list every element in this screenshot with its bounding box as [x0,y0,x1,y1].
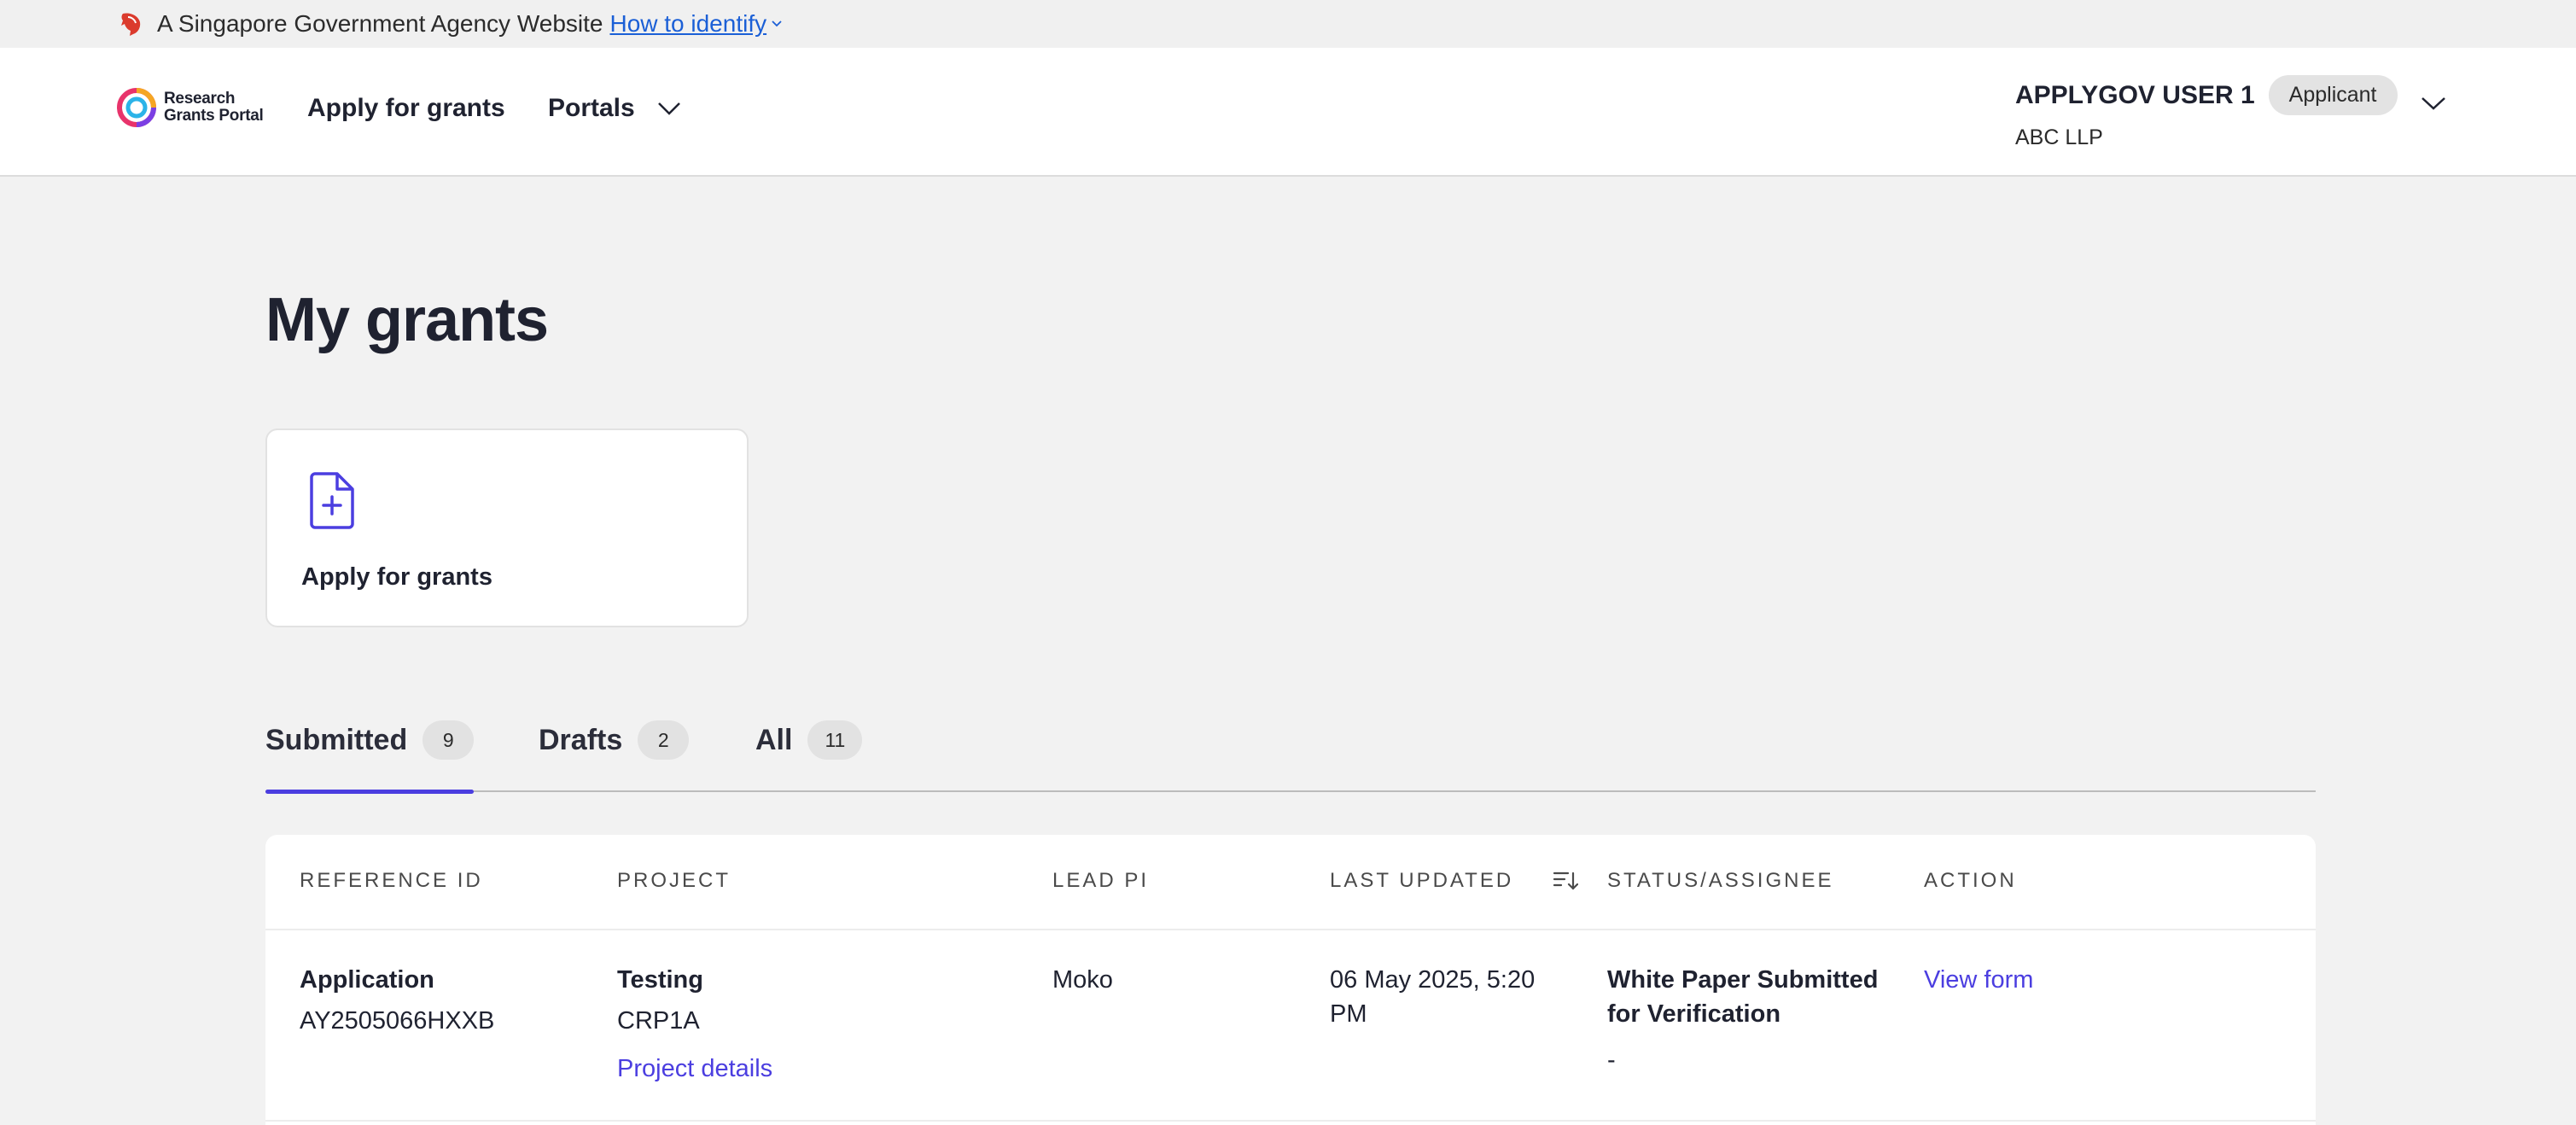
tab-all-count: 11 [807,720,863,760]
status-line-1: White Paper Submitted [1607,966,1879,994]
file-plus-icon [310,472,354,529]
project-name: Testing [617,966,703,994]
how-to-identify-link[interactable]: How to identify [609,10,784,38]
header-lead-pi: LEAD PI [1052,869,1150,892]
how-to-identify-label[interactable]: How to identify [609,10,766,38]
masthead-text: A Singapore Government Agency Website [157,10,603,37]
research-grants-portal-logo[interactable]: Research Grants Portal [116,87,264,128]
project-code: CRP1A [617,1007,700,1035]
logo-line-2: Grants Portal [164,107,264,125]
header-project: PROJECT [617,869,731,892]
apply-for-grants-card[interactable]: Apply for grants [265,428,749,627]
user-menu-chevron-icon[interactable] [2421,96,2446,111]
logo-line-1: Research [164,90,236,108]
header-status-assignee: STATUS/ASSIGNEE [1607,869,1834,892]
header-reference-id: REFERENCE ID [300,869,483,892]
tab-drafts[interactable]: Drafts 2 [539,720,690,792]
grants-table: REFERENCE ID PROJECT LEAD PI LAST UPDATE… [265,835,2316,1125]
project-details-link[interactable]: Project details [617,1052,772,1086]
logo-text: Research Grants Portal [164,90,264,125]
tab-submitted[interactable]: Submitted 9 [265,720,475,794]
header-last-updated: LAST UPDATED [1330,869,1579,893]
lead-pi: Moko [1052,966,1113,994]
nav-portals-label[interactable]: Portals [548,94,635,123]
logo-ring-icon [117,88,156,127]
grant-tabs: Submitted 9 Drafts 2 All 11 [265,720,2316,794]
tab-submitted-label[interactable]: Submitted [265,724,407,757]
nav-portals[interactable]: Portals [548,94,681,123]
view-form-link[interactable]: View form [1924,963,2033,997]
header-last-updated-label: LAST UPDATED [1330,869,1514,892]
header-action: ACTION [1924,869,2017,892]
tab-drafts-count: 2 [638,720,690,760]
sort-icon[interactable] [1553,870,1579,892]
organisation-name: ABC LLP [2015,125,2103,149]
assignee: - [1607,1046,1616,1074]
chevron-down-icon [657,102,680,115]
apply-card-label: Apply for grants [301,563,492,591]
tab-all-label[interactable]: All [755,724,792,757]
status-line-2: for Verification [1607,1000,1781,1028]
site-header: Research Grants Portal Apply for grants … [0,48,2576,177]
reference-id: AY2505066HXXB [300,1007,495,1035]
nav-apply-for-grants[interactable]: Apply for grants [307,94,505,123]
page-title: My grants [265,286,549,354]
lion-head-icon [121,13,141,36]
row-divider [265,1120,2316,1122]
tab-all[interactable]: All 11 [755,720,863,792]
chevron-down-icon [772,20,782,27]
role-badge: Applicant [2268,75,2398,115]
header-divider [265,929,2316,930]
user-profile: APPLYGOV USER 1 Applicant ABC LLP [2015,75,2398,150]
reference-type: Application [300,966,434,994]
tab-submitted-count: 9 [423,720,475,760]
government-masthead: A Singapore Government Agency Website Ho… [0,0,2576,48]
last-updated-time: PM [1330,1000,1367,1028]
last-updated-date: 06 May 2025, 5:20 [1330,966,1536,994]
user-name: APPLYGOV USER 1 [2015,80,2255,109]
tab-drafts-label[interactable]: Drafts [539,724,622,757]
